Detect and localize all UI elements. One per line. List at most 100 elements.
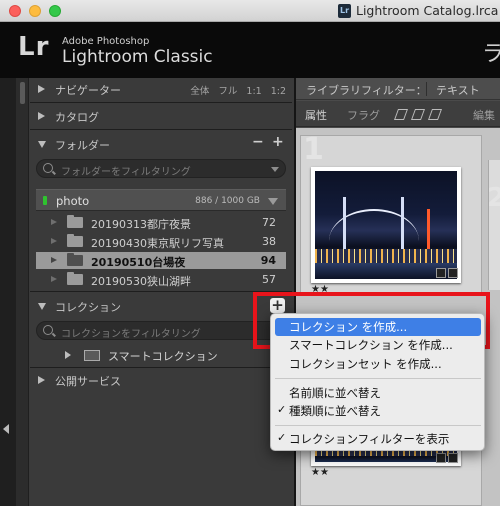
panel-scrollbar-track[interactable] [16,78,29,506]
star-rating[interactable]: ★★ [311,467,329,478]
disclosure-arrow-icon[interactable] [51,257,57,263]
brand-line2: Lightroom Classic [62,47,213,67]
pick-flag-icon[interactable] [393,109,409,120]
minimize-window-button[interactable] [29,5,41,17]
smart-collection-set[interactable]: スマートコレクション [36,347,286,364]
menu-item-create-collection-set[interactable]: コレクションセット を作成... [275,355,481,373]
cell-index: 2 [487,183,500,213]
add-folder-button[interactable]: + [272,134,284,150]
lightroom-app-icon: Lr [338,4,351,18]
add-collection-button[interactable]: + [270,298,285,313]
window-title: Lightroom Catalog.lrca [356,3,499,18]
smart-collection-label: スマートコレクション [108,350,218,363]
left-panel-collapse-strip[interactable] [0,78,16,506]
metadata-badge-icon[interactable] [436,453,446,463]
menu-item-label: コレクション を作成... [289,320,408,334]
folder-count: 72 [262,216,276,229]
collection-filter-placeholder: コレクションをフィルタリング [61,329,201,340]
reject-flag-icon[interactable] [427,109,443,120]
volume-dropdown-icon[interactable] [268,198,278,205]
disclosure-arrow-icon[interactable] [65,351,71,359]
expand-arrow-icon[interactable] [38,85,45,93]
folder-filter-input[interactable]: フォルダーをフィルタリング [36,159,286,178]
expand-arrow-icon[interactable] [38,112,45,120]
edited-badge-icon[interactable] [448,453,458,463]
menu-item-show-collection-filter[interactable]: ✓ コレクションフィルターを表示 [275,430,481,448]
edited-badge-icon[interactable] [448,268,458,278]
brand-line1: Adobe Photoshop [62,36,150,47]
menu-item-sort-by-kind[interactable]: ✓ 種類順に並べ替え [275,402,481,420]
attributes-tab[interactable]: 属性 [305,107,327,123]
menu-item-label: 名前順に並べ替え [289,386,381,400]
menu-item-label: コレクションフィルターを表示 [289,432,450,446]
divider [30,129,292,130]
folder-name: 20190313都庁夜景 [91,218,191,231]
folder-icon [67,234,83,247]
attribute-filter-bar: 属性 フラグ 編集 [296,101,500,127]
close-window-button[interactable] [9,5,21,17]
disclosure-arrow-icon[interactable] [51,219,57,225]
folder-row[interactable]: 20190530狭山湖畔 57 [36,271,286,288]
catalog-panel-header[interactable]: カタログ [30,103,292,129]
collection-filter-input[interactable]: コレクションをフィルタリング [36,321,286,340]
catalog-label: カタログ [55,111,99,124]
folder-count: 57 [262,273,276,286]
add-collection-menu: コレクション を作成... スマートコレクション を作成... コレクションセッ… [270,313,485,451]
disclosure-arrow-icon[interactable] [51,238,57,244]
menu-separator [275,378,481,379]
folder-icon [67,215,83,228]
disclosure-arrow-icon[interactable] [51,276,57,282]
folder-filter-placeholder: フォルダーをフィルタリング [61,167,191,178]
cell-index: 1 [303,132,324,167]
menu-item-label: スマートコレクション を作成... [289,338,453,352]
volume-status-icon [43,196,47,205]
expand-arrow-icon[interactable] [38,376,45,384]
folder-row-selected[interactable]: 20190510台場夜 94 [36,252,286,269]
search-icon [43,163,53,173]
publish-services-label: 公開サービス [55,375,121,388]
publish-services-panel-header[interactable]: 公開サービス [30,367,292,393]
library-filter-label: ライブラリフィルター： [306,84,427,97]
collapse-arrow-icon[interactable] [38,303,46,310]
module-library-label[interactable]: ラ [482,36,500,68]
menu-item-sort-by-name[interactable]: 名前順に並べ替え [275,384,481,402]
menu-item-create-collection[interactable]: コレクション を作成... [275,318,481,336]
bridge-tower [401,197,404,249]
folder-row[interactable]: 20190313都庁夜景 72 [36,214,286,231]
filter-dropdown-icon[interactable] [271,167,279,172]
folder-name: 20190530狭山湖畔 [91,275,191,288]
panel-scrollbar-thumb[interactable] [20,82,25,104]
collapse-arrow-icon[interactable] [38,141,46,148]
navigator-panel-header[interactable]: ナビゲーター 全体 フル 1:1 1:2 [30,76,292,102]
smart-collection-icon [84,350,100,361]
collapse-left-arrow-icon[interactable] [3,424,9,434]
navigator-label: ナビゲーター [55,84,121,97]
navigator-zoom-options[interactable]: 全体 フル 1:1 1:2 [190,83,286,97]
zoom-window-button[interactable] [49,5,61,17]
menu-separator [275,425,481,426]
divider [426,82,427,96]
city-lights [315,249,457,263]
flag-label: フラグ [347,109,380,122]
folder-count: 94 [260,254,276,267]
title-bar: Lr Lightroom Catalog.lrca [0,0,500,22]
remove-folder-button[interactable]: − [252,134,264,150]
menu-item-create-smart-collection[interactable]: スマートコレクション を作成... [275,336,481,354]
volume-name: photo [56,194,90,208]
photo-thumbnail[interactable] [311,167,461,283]
text-filter-tab[interactable]: テキスト [436,82,480,98]
app-window: { "window":{"title":"Lightroom Catalog.l… [0,0,500,506]
menu-item-label: 種類順に並べ替え [289,404,381,418]
grid-cell-partial[interactable] [488,160,500,290]
tower-light [427,209,430,249]
metadata-badge-icon[interactable] [436,268,446,278]
volume-row[interactable]: photo 886 / 1000 GB [36,189,286,211]
checkmark-icon: ✓ [277,403,287,416]
folder-row[interactable]: 20190430東京駅リフ写真 38 [36,233,286,250]
folders-panel-header[interactable]: フォルダー − + [30,131,292,157]
folder-icon [67,272,83,285]
bridge-tower [343,197,346,249]
collections-label: コレクション [55,301,121,314]
unflagged-icon[interactable] [410,109,426,120]
menu-item-label: コレクションセット を作成... [289,357,442,371]
